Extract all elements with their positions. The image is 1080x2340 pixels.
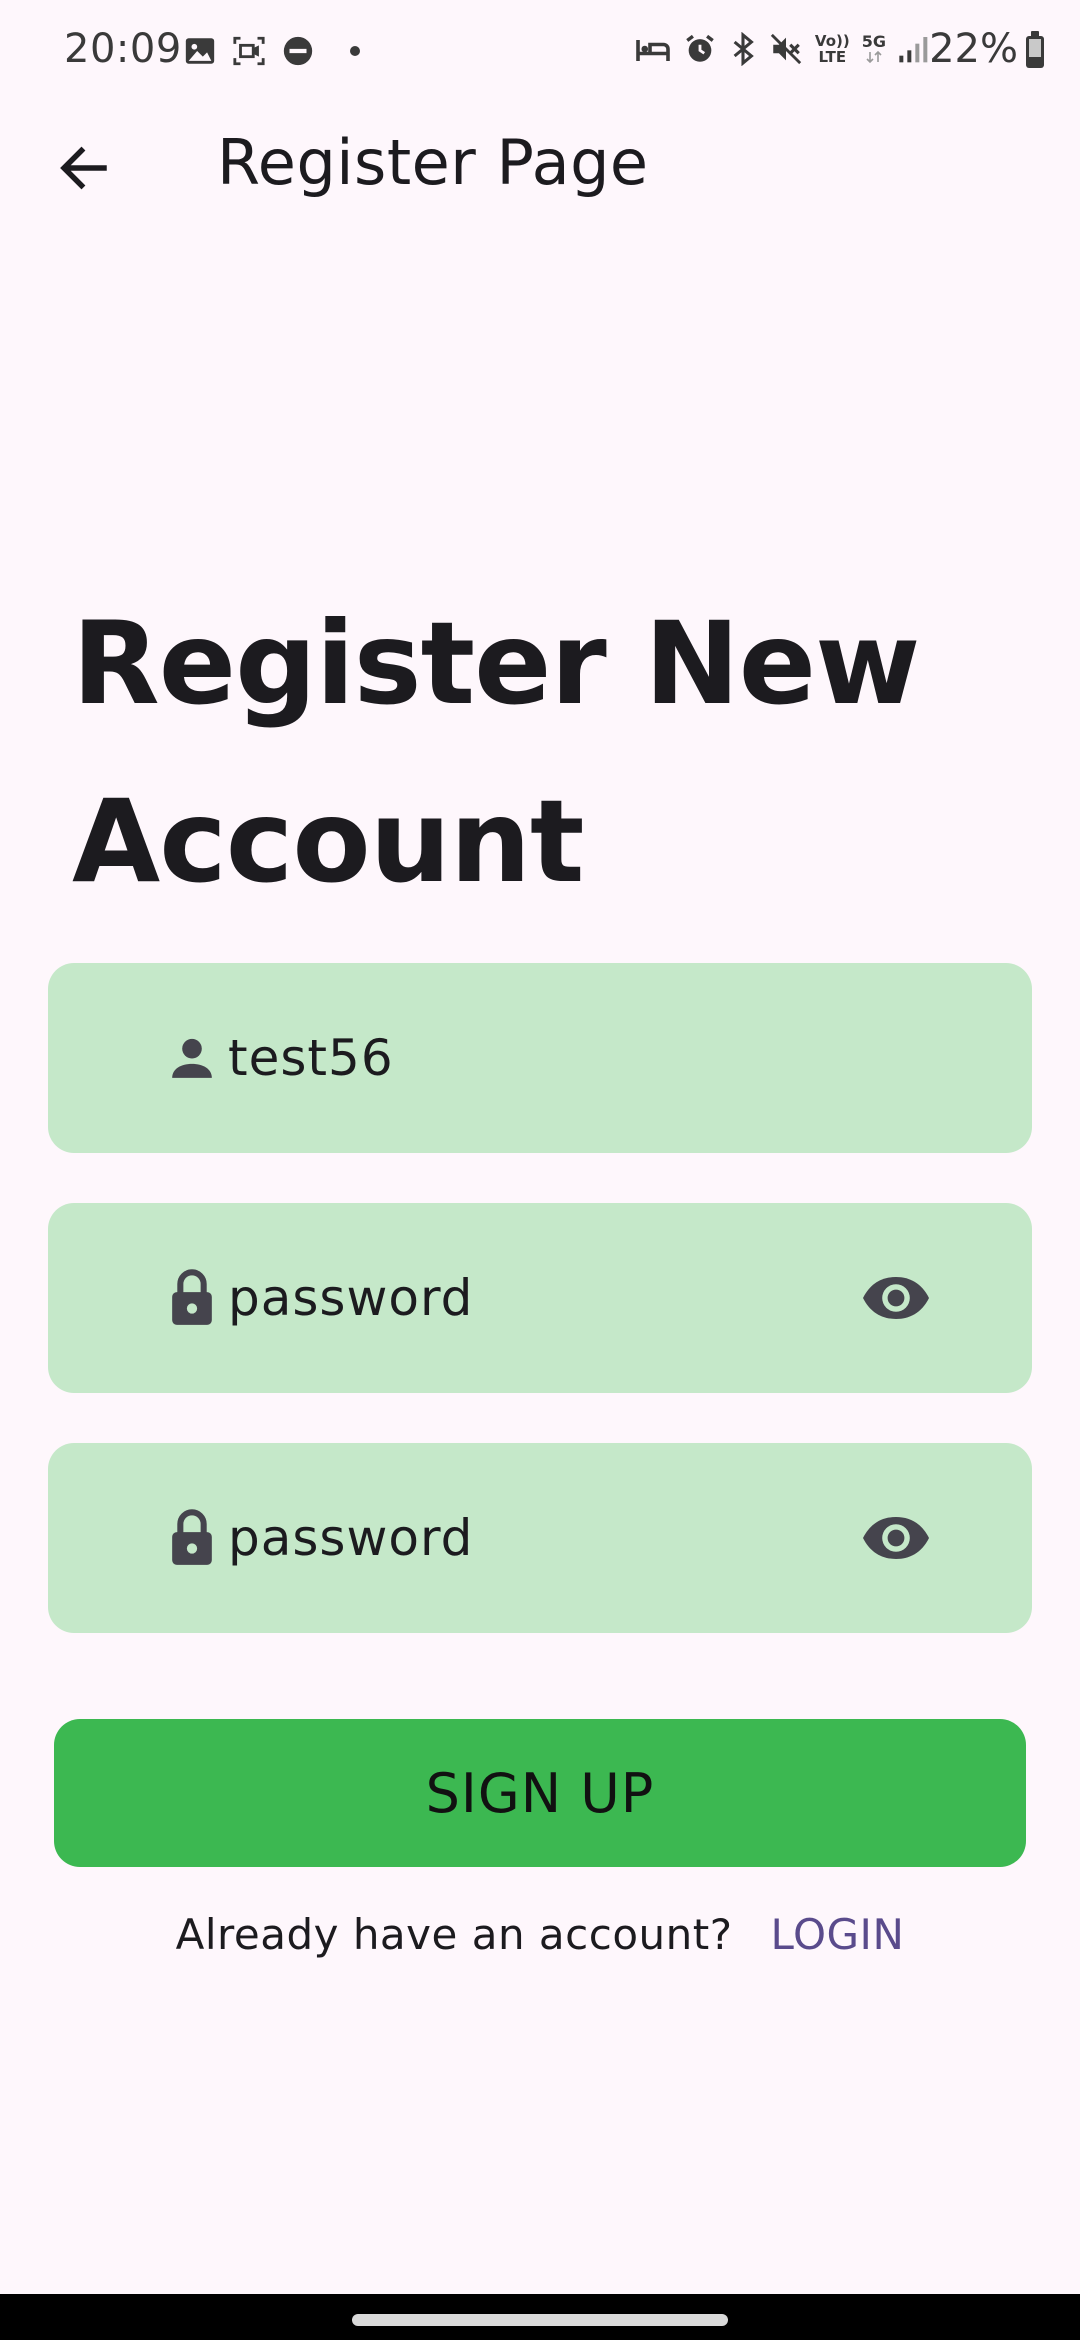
home-gesture-handle[interactable] — [352, 2314, 728, 2326]
login-row: Already have an account? LOGIN — [0, 1910, 1080, 1959]
5g-icon: 5G — [862, 34, 886, 64]
register-heading: Register New Account — [72, 597, 920, 908]
confirm-password-field[interactable] — [48, 1443, 1032, 1633]
signup-button[interactable]: SIGN UP — [54, 1719, 1026, 1867]
login-link[interactable]: LOGIN — [771, 1910, 905, 1959]
page-title: Register Page — [217, 126, 649, 199]
eye-icon[interactable] — [856, 1265, 936, 1331]
bluetooth-icon — [729, 32, 757, 66]
username-input[interactable] — [228, 963, 868, 1153]
volte-icon: Vo)) LTE — [814, 32, 850, 66]
eye-icon[interactable] — [856, 1505, 936, 1571]
arrow-back-icon — [54, 138, 114, 198]
lock-icon — [160, 1506, 224, 1570]
screen-record-icon — [231, 34, 267, 68]
signal-icon — [898, 34, 930, 64]
sleep-mode-icon — [635, 34, 671, 64]
status-bar: 20:09 Vo)) LTE 5G 22% — [0, 0, 1080, 105]
back-button[interactable] — [44, 128, 124, 208]
password-input[interactable] — [228, 1203, 868, 1393]
password-field[interactable] — [48, 1203, 1032, 1393]
dot-icon — [349, 45, 361, 57]
battery-percent: 22% — [929, 26, 1018, 72]
username-field[interactable] — [48, 963, 1032, 1153]
lock-icon — [160, 1266, 224, 1330]
alarm-icon — [683, 32, 717, 66]
battery-icon — [1026, 31, 1044, 68]
confirm-password-input[interactable] — [228, 1443, 868, 1633]
person-icon — [160, 1026, 224, 1090]
mute-icon — [769, 32, 803, 66]
login-prompt: Already have an account? — [175, 1910, 733, 1959]
do-not-disturb-icon — [281, 34, 315, 68]
image-icon — [183, 34, 217, 68]
status-time: 20:09 — [64, 26, 182, 72]
